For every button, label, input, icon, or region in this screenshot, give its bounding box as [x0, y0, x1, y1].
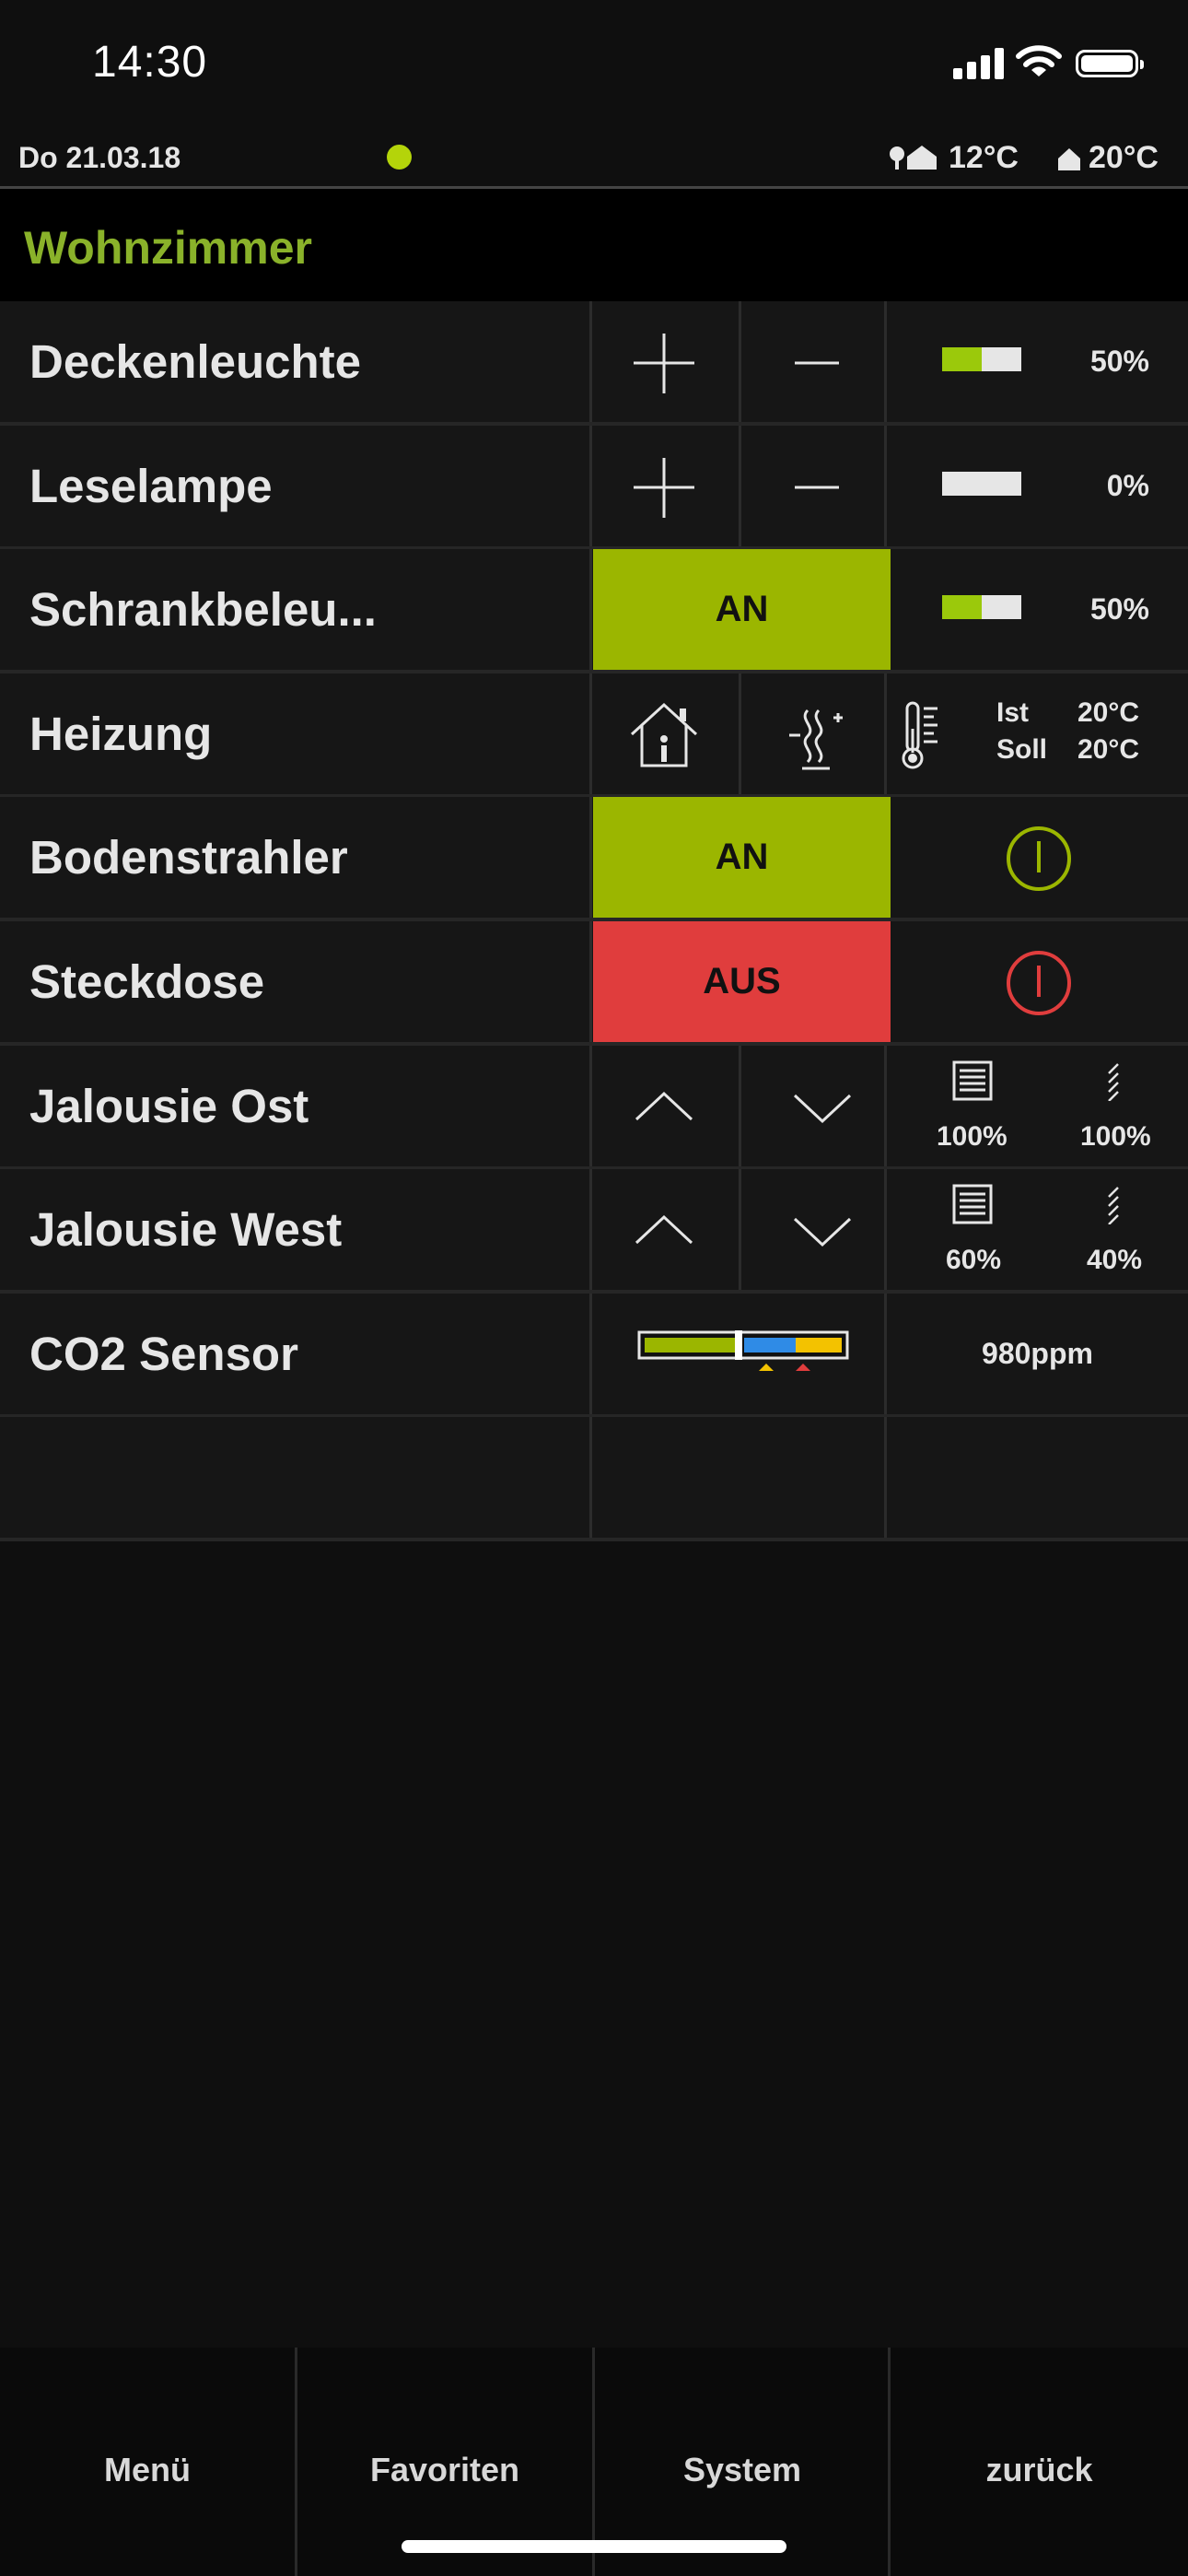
tab-label: System [682, 2451, 802, 2488]
power-on-indicator-icon [1007, 826, 1071, 891]
device-label: Deckenleuchte [29, 335, 361, 388]
chevron-down-icon [793, 1094, 852, 1124]
minus-icon [795, 361, 839, 365]
indoor-temperature: 20°C [1089, 140, 1159, 175]
heating-actual-value: 20°C [1077, 697, 1140, 728]
blind-up-button[interactable] [592, 1046, 737, 1166]
dim-up-button[interactable] [592, 426, 737, 546]
blind-position-icon [952, 1184, 993, 1224]
divider [884, 673, 887, 794]
dim-down-button[interactable] [741, 426, 884, 546]
divider [589, 921, 592, 1042]
toggle-button-on[interactable]: AN [593, 549, 891, 670]
device-row-bodenstrahler: Bodenstrahler AN [0, 797, 1188, 921]
device-row-jalousie-ost: Jalousie Ost 100% 100% [0, 1046, 1188, 1170]
co2-value: 980ppm [982, 1337, 1093, 1370]
thermometer-icon [902, 701, 938, 769]
home-indicator[interactable] [402, 2540, 786, 2553]
empty-row [0, 1417, 1188, 1541]
device-label: Heizung [29, 708, 213, 760]
toggle-button-on[interactable]: AN [593, 797, 891, 918]
outdoor-house-tree-icon [890, 146, 937, 170]
connection-status-dot [387, 145, 412, 170]
house-person-icon [630, 702, 698, 767]
device-row-heizung: Heizung Ist 20°C Soll 20°C [0, 673, 1188, 798]
room-title: Wohnzimmer [24, 222, 312, 274]
date-label: Do 21.03.18 [18, 141, 181, 174]
cellular-signal-icon [953, 48, 1004, 79]
dimmer-value: 50% [1089, 592, 1149, 626]
divider [884, 1417, 887, 1538]
divider [884, 1046, 887, 1166]
dimmer-level-fill [942, 595, 982, 619]
dimmer-level-fill [942, 347, 982, 371]
tab-label: Favoriten [369, 2451, 520, 2488]
blind-down-button[interactable] [741, 1169, 884, 1290]
dimmer-level-bar [942, 347, 1021, 371]
heating-setpoint-label: Soll [996, 734, 1048, 765]
device-label: CO2 Sensor [29, 1328, 298, 1380]
divider [884, 1169, 887, 1290]
device-label: Jalousie Ost [29, 1080, 309, 1132]
device-row-leselampe: Leselampe 0% [0, 426, 1188, 550]
blind-position-value: 100% [937, 1121, 1007, 1152]
dim-down-button[interactable] [741, 301, 884, 422]
heating-boost-button[interactable] [741, 673, 884, 794]
device-row-steckdose: Steckdose AUS [0, 921, 1188, 1046]
co2-level-gauge [637, 1330, 849, 1371]
plus-icon [634, 334, 694, 393]
device-label: Bodenstrahler [29, 831, 348, 884]
dimmer-level-bar [942, 472, 1021, 496]
blind-up-button[interactable] [592, 1169, 737, 1290]
outdoor-temperature: 12°C [949, 140, 1019, 175]
chevron-up-icon [635, 1214, 693, 1245]
dim-up-button[interactable] [592, 301, 737, 422]
tab-label: Menü [104, 2451, 191, 2488]
toggle-button-off[interactable]: AUS [593, 921, 891, 1042]
battery-icon [1076, 50, 1144, 77]
tab-menu[interactable]: Menü [0, 2348, 295, 2576]
blind-position-icon [952, 1060, 993, 1101]
chevron-up-icon [635, 1091, 693, 1121]
tab-label: zurück [985, 2451, 1093, 2488]
dimmer-value: 0% [1106, 469, 1149, 502]
slat-angle-icon [1108, 1063, 1119, 1101]
power-off-indicator-icon [1007, 951, 1071, 1015]
minus-icon [795, 486, 839, 489]
device-label: Leselampe [29, 460, 273, 512]
divider [589, 1417, 592, 1538]
heating-actual-label: Ist [996, 697, 1030, 728]
dimmer-level-bar [942, 595, 1021, 619]
heating-mode-home-button[interactable] [592, 673, 737, 794]
plus-icon [634, 458, 694, 518]
tab-zurueck[interactable]: zurück [891, 2348, 1188, 2576]
wifi-icon [1016, 45, 1062, 76]
indoor-house-icon [1058, 148, 1080, 170]
device-row-jalousie-west: Jalousie West 60% 40% [0, 1169, 1188, 1294]
dimmer-value: 50% [1089, 345, 1149, 378]
divider [884, 426, 887, 546]
slat-angle-value: 100% [1080, 1121, 1151, 1152]
slat-angle-value: 40% [1087, 1245, 1143, 1275]
slat-angle-icon [1108, 1187, 1119, 1224]
divider [884, 301, 887, 422]
heat-boost-icon [789, 708, 843, 770]
divider [589, 797, 592, 918]
divider [589, 1294, 592, 1414]
device-row-deckenleuchte: Deckenleuchte 50% [0, 301, 1188, 426]
blind-down-button[interactable] [741, 1046, 884, 1166]
device-row-schrankbeleuchtung: Schrankbeleu... AN 50% [0, 549, 1188, 673]
device-label: Steckdose [29, 955, 265, 1008]
divider [589, 549, 592, 670]
device-label: Schrankbeleu... [29, 583, 377, 636]
device-label: Jalousie West [29, 1203, 343, 1256]
ios-status-time: 14:30 [92, 38, 208, 87]
heating-setpoint-value: 20°C [1077, 734, 1140, 765]
blind-position-value: 60% [946, 1245, 1002, 1275]
device-row-co2-sensor: CO2 Sensor 980ppm [0, 1294, 1188, 1418]
chevron-down-icon [793, 1217, 852, 1247]
